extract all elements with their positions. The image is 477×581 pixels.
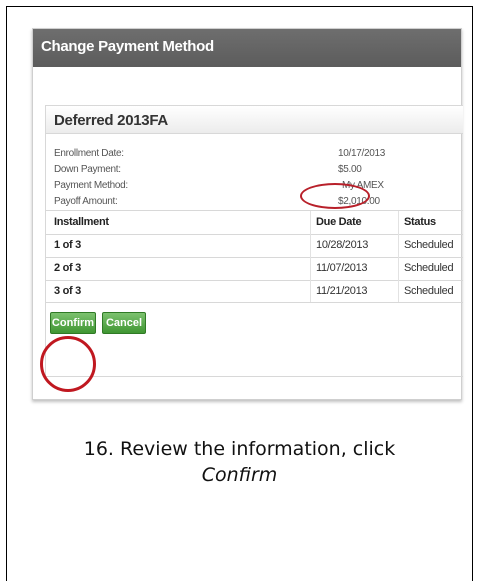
row-divider	[46, 234, 463, 235]
plan-name: Deferred 2013FA	[46, 106, 463, 134]
table-top-divider	[46, 210, 463, 211]
column-divider	[310, 211, 311, 302]
row-3-due-date: 11/21/2013	[316, 285, 368, 297]
enrollment-date-label: Enrollment Date:	[54, 148, 124, 159]
col-header-installment: Installment	[54, 216, 109, 228]
row-divider	[46, 280, 463, 281]
row-1-installment: 1 of 3	[54, 239, 81, 251]
confirm-button[interactable]: Confirm	[50, 312, 96, 334]
payment-method-highlight	[300, 183, 370, 209]
row-1-due-date: 10/28/2013	[316, 239, 369, 251]
column-divider	[398, 211, 399, 302]
row-divider	[46, 257, 463, 258]
caption-line-2: Confirm	[201, 464, 278, 486]
payoff-amount-label: Payoff Amount:	[54, 196, 118, 207]
confirm-highlight	[40, 336, 96, 392]
screenshot-panel: Change Payment Method Deferred 2013FA En…	[32, 28, 463, 400]
row-2-status: Scheduled	[404, 262, 454, 274]
table-bottom-divider	[46, 302, 463, 303]
enrollment-date-value: 10/17/2013	[338, 148, 386, 159]
caption-line-1: 16. Review the information, click	[83, 438, 396, 460]
down-payment-value: $5.00	[338, 164, 362, 175]
payment-method-label: Payment Method:	[54, 180, 128, 191]
cancel-button[interactable]: Cancel	[102, 312, 146, 334]
row-3-installment: 3 of 3	[54, 285, 81, 297]
col-header-due-date: Due Date	[316, 216, 362, 228]
row-2-installment: 2 of 3	[54, 262, 81, 274]
row-2-due-date: 11/07/2013	[316, 262, 368, 274]
window-title: Change Payment Method	[33, 29, 461, 67]
row-3-status: Scheduled	[404, 285, 454, 297]
row-1-status: Scheduled	[404, 239, 454, 251]
instruction-caption: 16. Review the information, click Confir…	[6, 436, 473, 488]
col-header-status: Status	[404, 216, 436, 228]
plan-panel: Deferred 2013FA Enrollment Date: 10/17/2…	[45, 105, 463, 377]
down-payment-label: Down Payment:	[54, 164, 121, 175]
